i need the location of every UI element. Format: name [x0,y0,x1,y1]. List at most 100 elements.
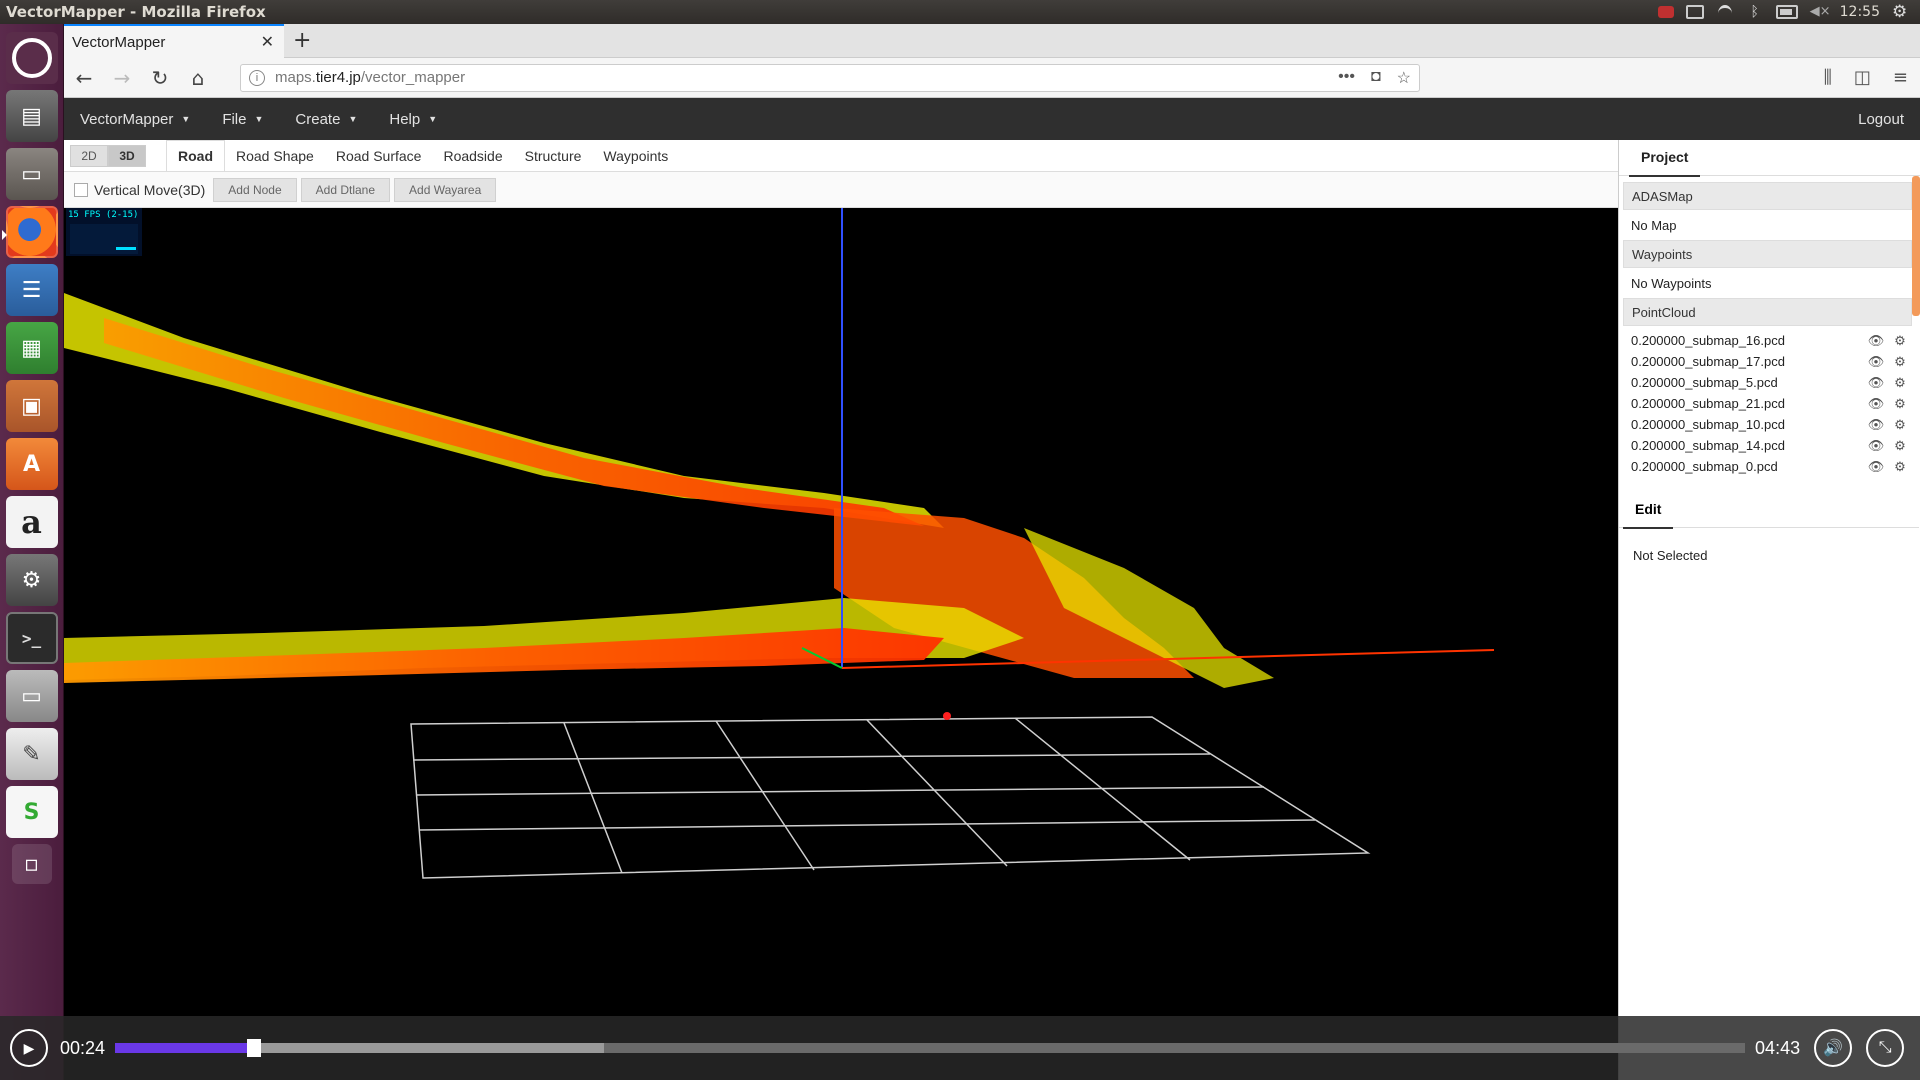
vertical-move-checkbox[interactable] [74,182,88,197]
seek-handle[interactable] [246,1039,261,1057]
record-indicator-icon[interactable] [1657,6,1674,18]
play-icon[interactable]: ▶ [10,1029,48,1067]
window-title: VectorMapper - Mozilla Firefox [6,3,266,21]
pointcloud-name: 0.200000_submap_5.pcd [1631,375,1778,390]
pointcloud-name: 0.200000_submap_14.pcd [1631,438,1785,453]
menu-help[interactable]: Help ▼ [373,111,453,128]
trash-icon[interactable]: ▫ [11,844,52,884]
url-prefix: maps. [275,69,316,86]
browser-tab[interactable]: VectorMapper ✕ [64,24,284,58]
software-center-icon[interactable]: A [5,438,58,490]
gear-icon[interactable]: ⚙ [1888,417,1912,433]
visibility-eye-icon[interactable]: 👁 [1864,459,1888,475]
firefox-icon[interactable] [1,206,58,258]
add-dtlane-button[interactable]: Add Dtlane [300,177,391,202]
menu-vectormapper[interactable]: VectorMapper ▼ [64,111,206,128]
view-3d-button[interactable]: 3D [108,144,146,167]
clock[interactable]: 12:55 [1840,4,1880,20]
edit-tab-bar: Edit [1619,491,1919,529]
caret-down-icon: ▼ [348,114,358,124]
pocket-icon[interactable]: ◘ [1371,68,1381,88]
list-item[interactable]: 0.200000_submap_16.pcd 👁 ⚙ [1623,330,1912,351]
volume-icon[interactable]: 🔊 [1814,1029,1853,1067]
gear-icon[interactable]: ⚙ [1888,354,1912,370]
gear-icon[interactable]: ⚙ [1888,333,1912,349]
visibility-eye-icon[interactable]: 👁 [1864,333,1888,349]
files-icon[interactable]: ▭ [5,148,58,200]
visibility-eye-icon[interactable]: 👁 [1864,438,1888,454]
ubuntu-dash-icon[interactable] [5,32,58,84]
gear-icon[interactable]: ⚙ [1888,375,1912,391]
list-item[interactable]: 0.200000_submap_21.pcd 👁 ⚙ [1623,393,1912,414]
back-icon[interactable]: ← [72,66,96,90]
tab-road[interactable]: Road [166,140,225,171]
add-wayarea-button[interactable]: Add Wayarea [394,177,497,202]
tab-waypoints[interactable]: Waypoints [592,141,679,171]
add-node-button[interactable]: Add Node [213,177,297,202]
seek-bar[interactable] [115,1039,1746,1057]
amazon-icon[interactable]: a [5,496,58,548]
tab-road-surface[interactable]: Road Surface [325,141,433,171]
visibility-eye-icon[interactable]: 👁 [1864,396,1888,412]
bookmark-star-icon[interactable]: ☆ [1397,68,1411,88]
wifi-icon[interactable] [1716,5,1734,19]
right-panel: Project ADASMap No Map Waypoints No Wayp… [1618,140,1920,1080]
tab-road-shape[interactable]: Road Shape [225,141,325,171]
tab-edit[interactable]: Edit [1623,491,1674,529]
vector-mapper-app: VectorMapper ▼ File ▼ Create ▼ Help ▼ Logout… [64,98,1920,1080]
library-icon[interactable]: ⫼ [1824,67,1832,88]
point-cloud-render [64,208,1495,879]
list-item[interactable]: 0.200000_submap_5.pcd 👁 ⚙ [1623,372,1912,393]
window-icon[interactable]: ▭ [5,670,58,722]
exit-fullscreen-icon[interactable]: ⤡ [1866,1029,1905,1067]
volume-muted-icon[interactable]: ◀× [1810,5,1831,19]
hamburger-menu-icon[interactable]: ≡ [1893,67,1908,88]
panel-scrollbar[interactable] [1912,176,1920,316]
system-settings-icon[interactable]: ⚙ [5,554,58,606]
system-menu-gear-icon[interactable]: ⚙ [1892,4,1910,21]
new-tab-icon[interactable]: + [293,28,311,53]
tab-project[interactable]: Project [1629,139,1701,177]
sidebar-icon[interactable]: ◫ [1854,67,1871,88]
gear-icon[interactable]: ⚙ [1888,438,1912,454]
terminal-icon[interactable]: >_ [5,612,58,664]
site-info-icon[interactable]: i [249,69,265,86]
menu-label: File [222,110,247,128]
battery-icon[interactable] [1775,5,1798,19]
close-tab-icon[interactable]: ✕ [261,32,274,52]
slack-icon[interactable]: S [5,786,58,838]
tab-structure[interactable]: Structure [514,141,593,171]
point-cloud-upper-band [64,293,944,528]
url-bar[interactable]: i maps. tier4.jp/vector_mapper ••• ◘ ☆ [240,63,1420,92]
tab-roadside[interactable]: Roadside [432,141,513,171]
visibility-eye-icon[interactable]: 👁 [1864,417,1888,433]
list-item[interactable]: 0.200000_submap_14.pcd 👁 ⚙ [1623,435,1912,456]
dimension-toggle: 2D 3D [70,144,146,167]
video-player-controls: ▶ 00:24 04:43 🔊 ⤡ [0,1016,1920,1080]
logout-link[interactable]: Logout [1858,111,1920,128]
3d-viewport[interactable]: 15 FPS (2-15) [64,208,1618,1080]
menu-file[interactable]: File ▼ [206,111,279,128]
libreoffice-impress-icon[interactable]: ▣ [5,380,58,432]
gear-icon[interactable]: ⚙ [1888,396,1912,412]
played-bar [115,1043,254,1053]
forward-icon[interactable]: → [110,66,134,90]
page-actions-icon[interactable]: ••• [1338,68,1355,88]
project-section: ADASMap No Map Waypoints No Waypoints Po… [1623,176,1912,477]
list-item[interactable]: 0.200000_submap_17.pcd 👁 ⚙ [1623,351,1912,372]
bluetooth-icon[interactable]: ᛒ [1746,5,1764,19]
view-2d-button[interactable]: 2D [70,144,108,167]
visibility-eye-icon[interactable]: 👁 [1864,375,1888,391]
list-item[interactable]: 0.200000_submap_0.pcd 👁 ⚙ [1623,456,1912,477]
libreoffice-writer-icon[interactable]: ☰ [5,264,58,316]
text-editor-icon[interactable]: ✎ [5,728,58,780]
menu-create[interactable]: Create ▼ [279,111,373,128]
home-icon[interactable]: ⌂ [186,66,210,90]
gear-icon[interactable]: ⚙ [1888,459,1912,475]
keyboard-icon[interactable] [1685,5,1704,19]
libreoffice-calc-icon[interactable]: ▦ [5,322,58,374]
list-item[interactable]: 0.200000_submap_10.pcd 👁 ⚙ [1623,414,1912,435]
visibility-eye-icon[interactable]: 👁 [1864,354,1888,370]
reload-icon[interactable]: ↻ [148,66,172,90]
system-info-icon[interactable]: ▤ [5,90,58,142]
